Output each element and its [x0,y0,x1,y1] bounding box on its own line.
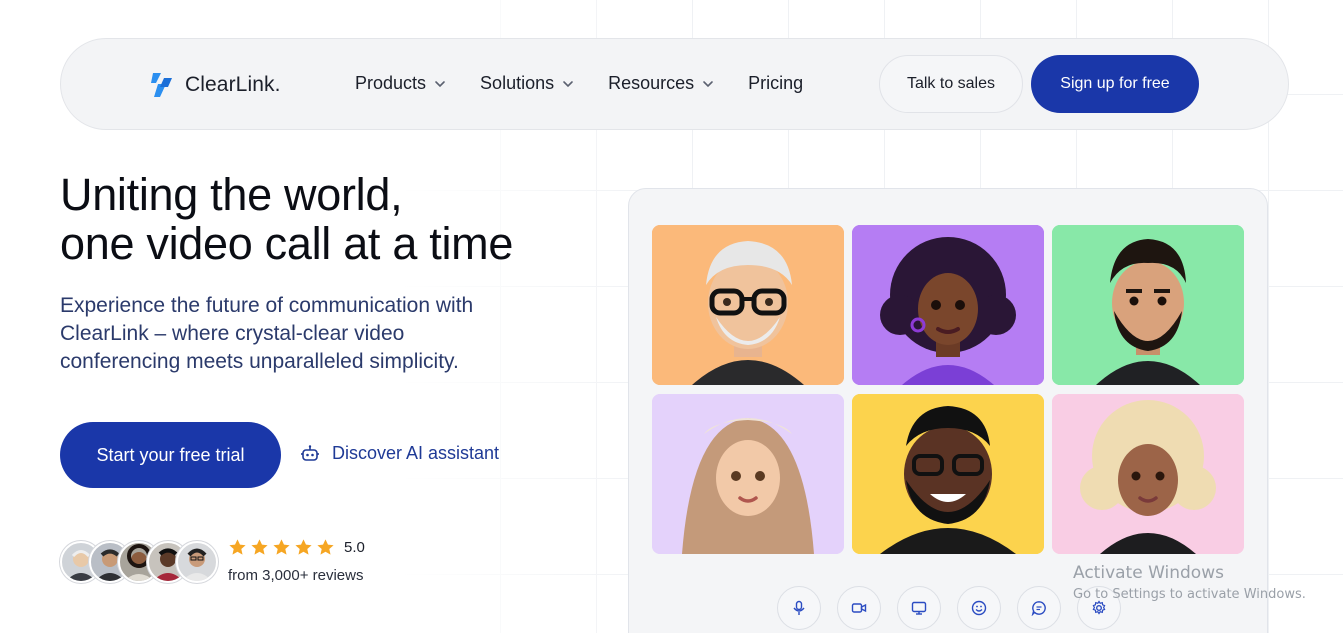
menu-item-label: Solutions [480,73,555,93]
main-menu: Products Solutions Resources Pricing [355,73,803,94]
menu-item-label: Pricing [748,73,804,93]
participant-tile [852,394,1044,554]
discover-ai-assistant-link[interactable]: Discover AI assistant [300,443,499,464]
participant-tile [652,394,844,554]
rating-value: 5.0 [344,539,365,556]
avatar-image [182,548,212,581]
participant-tile [1052,225,1244,385]
chevron-down-icon [435,80,445,87]
chat-icon [1031,601,1046,616]
watermark-title: Activate Windows [1073,563,1224,583]
star-icon [251,539,268,555]
mic-icon [793,600,805,615]
watermark-subtitle: Go to Settings to activate Windows. [1073,587,1306,602]
participant-tile [652,225,844,385]
clearlink-logo-icon [151,73,172,97]
chevron-down-icon [563,80,573,87]
start-free-trial-button[interactable]: Start your free trial [60,422,281,488]
menu-item-label: Resources [608,73,695,93]
chat-button[interactable] [1017,586,1061,630]
screen-share-button[interactable] [897,586,941,630]
reviews-count: from 3,000+ reviews [228,567,364,584]
participant-avatar-bearded-man [1052,225,1244,385]
star-icon [295,539,312,555]
robot-icon [301,444,319,461]
star-icon [273,539,290,555]
hero-title-line-1: Uniting the world, [60,169,403,220]
participant-tile [1052,394,1244,554]
screen-share-icon [911,601,927,615]
chevron-down-icon [703,80,713,87]
hero-subtitle: Experience the future of communication w… [60,294,474,373]
sign-up-button[interactable]: Sign up for free [1031,55,1199,113]
discover-ai-label: Discover AI assistant [332,443,500,463]
menu-item-solutions[interactable]: Solutions [480,73,574,94]
participant-tile [852,225,1044,385]
menu-item-pricing[interactable]: Pricing [748,73,803,94]
logo[interactable]: ClearLink. [149,71,281,99]
rating-stars: 5.0 [228,538,365,557]
participant-avatar-woman-blonde [1052,394,1244,554]
star-icon [317,539,334,555]
participant-avatar-older-man [652,225,844,385]
top-navigation: ClearLink. Products Solutions Resources … [60,38,1289,130]
talk-to-sales-button[interactable]: Talk to sales [879,55,1023,113]
call-controls [777,586,1121,630]
windows-activation-watermark: Activate Windows Go to Settings to activ… [1073,563,1306,602]
reactions-button[interactable] [957,586,1001,630]
reviewer-avatars [60,541,218,583]
hero-title-line-2: one video call at a time [60,218,514,269]
emoji-icon [971,600,987,616]
participant-avatar-woman-curly [852,225,1044,385]
menu-item-label: Products [355,73,427,93]
settings-icon [1092,600,1106,615]
star-icon [229,539,246,555]
video-camera-icon [851,603,867,613]
avatar [176,541,218,583]
mic-button[interactable] [777,586,821,630]
menu-item-resources[interactable]: Resources [608,73,714,94]
hero-title: Uniting the world, one video call at a t… [60,170,620,268]
participant-avatar-woman-hijab [652,394,844,554]
participant-avatar-smiling-man [852,394,1044,554]
menu-item-products[interactable]: Products [355,73,446,94]
logo-text: ClearLink. [185,73,281,96]
camera-button[interactable] [837,586,881,630]
